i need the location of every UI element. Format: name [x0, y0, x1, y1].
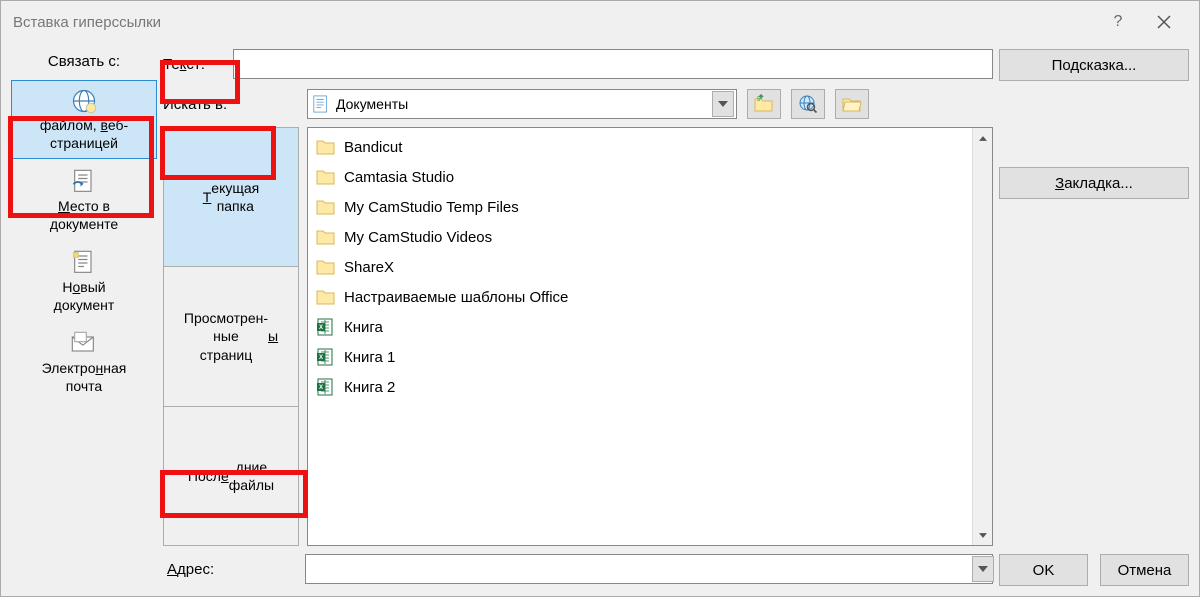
chevron-up-icon [979, 136, 987, 141]
file-list[interactable]: Bandicut Camtasia Studio My CamStudio Temp… [307, 127, 993, 546]
folder-icon [316, 257, 336, 277]
file-name: Bandicut [344, 139, 402, 156]
scrollbar[interactable] [972, 128, 992, 545]
look-in-dropdown-button[interactable] [712, 91, 734, 117]
file-item[interactable]: Книга 1 [308, 342, 972, 372]
chevron-down-icon [979, 533, 987, 538]
file-name: Camtasia Studio [344, 169, 454, 186]
xlsx-icon [316, 317, 336, 337]
file-item[interactable]: My CamStudio Temp Files [308, 192, 972, 222]
link-to-label: Связать с: [11, 47, 157, 80]
titlebar: Вставка гиперссылки ? [1, 1, 1199, 43]
linkto-place-in-doc[interactable]: Место вдокументе [11, 161, 157, 240]
folder-icon [316, 287, 336, 307]
linkto-new-document[interactable]: Новыйдокумент [11, 242, 157, 321]
folder-open-icon [842, 94, 862, 114]
display-text-input[interactable] [233, 49, 993, 79]
file-item[interactable]: Camtasia Studio [308, 162, 972, 192]
place-in-doc-icon [70, 168, 98, 196]
address-label: Адрес: [163, 561, 295, 578]
browse-web-button[interactable] [791, 89, 825, 119]
linkto-email-label: Электроннаяпочта [42, 360, 127, 395]
bookmark-button[interactable]: Закладка... [999, 167, 1189, 199]
linkto-file-label: файлом, веб-страницей [40, 117, 128, 152]
xlsx-icon [316, 377, 336, 397]
up-one-level-button[interactable] [747, 89, 781, 119]
file-item[interactable]: Настраиваемые шаблоны Office [308, 282, 972, 312]
browse-file-button[interactable] [835, 89, 869, 119]
new-doc-icon [70, 249, 98, 277]
linkto-email[interactable]: Электроннаяпочта [11, 323, 157, 402]
folder-up-icon [754, 94, 774, 114]
search-web-icon [798, 94, 818, 114]
linkto-place-label: Место вдокументе [50, 198, 118, 233]
insert-hyperlink-dialog: Вставка гиперссылки ? Связать с: файлом,… [0, 0, 1200, 597]
file-name: My CamStudio Videos [344, 229, 492, 246]
folder-icon [316, 227, 336, 247]
folder-icon [316, 167, 336, 187]
look-in-value: Документы [336, 96, 706, 112]
view-tab-current-folder[interactable]: Текущаяпапка [164, 128, 298, 267]
folder-icon [316, 197, 336, 217]
linkto-file-webpage[interactable]: файлом, веб-страницей [11, 80, 157, 159]
close-button[interactable] [1141, 1, 1187, 43]
link-to-panel: Связать с: файлом, веб-страницей Место в… [11, 47, 157, 586]
view-tabs: Текущаяпапка Просмотрен-ныестраницы Посл… [163, 127, 299, 546]
chevron-down-icon [978, 566, 988, 572]
xlsx-icon [316, 347, 336, 367]
help-button[interactable]: ? [1095, 1, 1141, 43]
linkto-newdoc-label: Новыйдокумент [54, 279, 115, 314]
look-in-label: Искать в: [163, 96, 227, 113]
chevron-down-icon [718, 101, 728, 107]
center-panel: Текст: Искать в: Текущаяпапка Просмотрен… [163, 47, 993, 586]
file-name: Книга 1 [344, 349, 395, 366]
screentip-button[interactable]: Подсказка... [999, 49, 1189, 81]
file-item[interactable]: My CamStudio Videos [308, 222, 972, 252]
file-item[interactable]: Bandicut [308, 132, 972, 162]
ok-button[interactable]: OK [999, 554, 1088, 586]
address-row: Адрес: [163, 552, 993, 586]
view-tab-recent-files[interactable]: Последниефайлы [164, 407, 298, 545]
file-name: ShareX [344, 259, 394, 276]
scroll-up-button[interactable] [973, 128, 992, 148]
folder-icon [316, 137, 336, 157]
file-name: Книга 2 [344, 379, 395, 396]
file-name: My CamStudio Temp Files [344, 199, 519, 216]
look-in-combo[interactable]: Документы [307, 89, 737, 119]
file-item[interactable]: Книга 2 [308, 372, 972, 402]
address-combo[interactable] [305, 554, 993, 584]
look-in-row: Документы [307, 87, 993, 121]
file-name: Книга [344, 319, 383, 336]
globe-icon [70, 87, 98, 115]
email-icon [70, 330, 98, 358]
file-item[interactable]: ShareX [308, 252, 972, 282]
dialog-title: Вставка гиперссылки [13, 14, 1095, 31]
file-item[interactable]: Книга [308, 312, 972, 342]
scroll-down-button[interactable] [973, 525, 992, 545]
cancel-button[interactable]: Отмена [1100, 554, 1189, 586]
file-name: Настраиваемые шаблоны Office [344, 289, 568, 306]
address-dropdown-button[interactable] [972, 556, 994, 582]
text-row: Текст: [163, 47, 993, 81]
view-tab-browsed-pages[interactable]: Просмотрен-ныестраницы [164, 267, 298, 406]
address-input[interactable] [306, 555, 972, 583]
doc-icon [312, 95, 330, 113]
right-button-panel: Подсказка... Закладка... OK Отмена [999, 47, 1189, 586]
text-label: Текст: [163, 56, 225, 73]
